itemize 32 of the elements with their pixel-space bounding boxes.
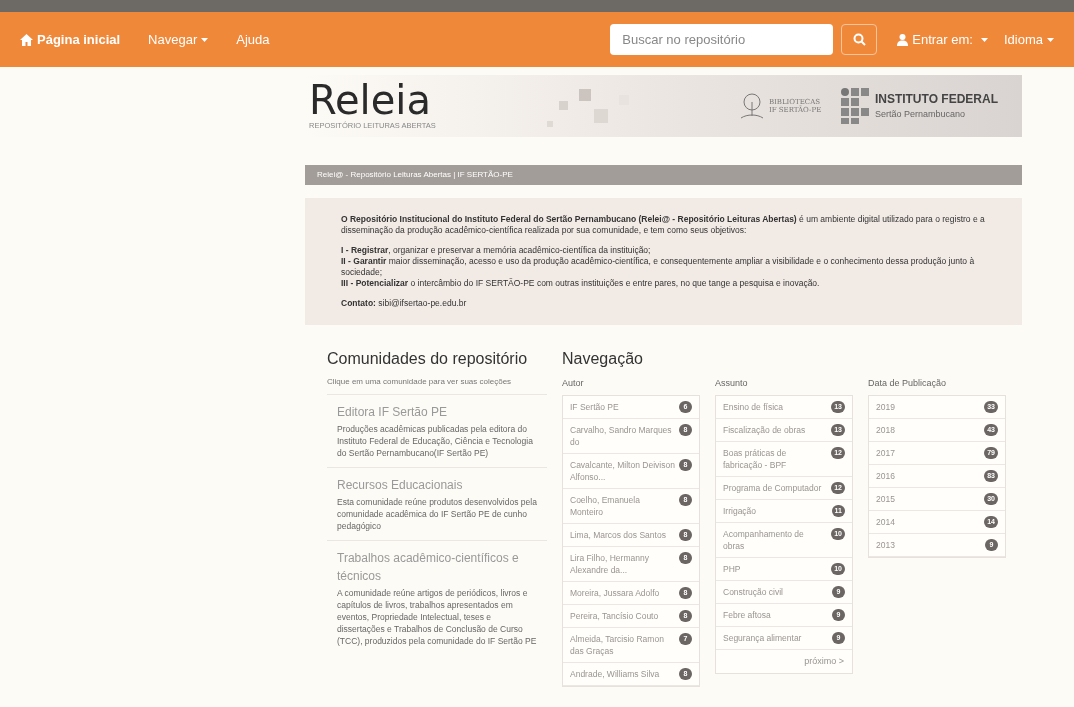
community-description: A comunidade reúne artigos de periódicos, livros e capítulos de livros, trabalhos apresentados em eventos, Propriedade Intelectual, teses e dissertações e Trabalhos de Conclusão de Curso (TCC), produzidos pela comunidade do IF Sertão PE [337, 587, 537, 647]
search-icon [852, 33, 866, 46]
user-icon [897, 33, 909, 46]
community-link[interactable]: Recursos Educacionais [337, 476, 537, 494]
next-link[interactable]: próximo > [804, 654, 844, 668]
home-icon [20, 33, 33, 46]
facet-label: Data de Publicação [868, 377, 948, 390]
caret-icon [1047, 37, 1054, 42]
site-logo: Releia [309, 80, 431, 121]
navigation-title: Navegação [562, 349, 644, 369]
objective-text: II - Garantir maior disseminação, acesso e uso da produção acadêmico-científica, e consequentemente ampliar a visibilidade e o conhecimento dessa produção junto à sociedade; [341, 256, 976, 278]
institute-name: INSTITUTO FEDERAL [874, 91, 998, 109]
facet-label: Assunto [715, 377, 749, 390]
intro-paragraph: O Repositório Institucional do Instituto Federal do Sertão Pernambucano (Relei@ - Repositório Leituras Abertas) é um ambiente digital utilizado para o registro e a disseminação da produção acadêmico-científica realizada por sua comunidade, e tem como seus objetivos: [341, 214, 986, 236]
communities-title: Comunidades do repositório [327, 349, 529, 369]
caret-icon [980, 37, 988, 42]
search-field[interactable]: Buscar no repositório [610, 24, 834, 55]
facet-label: Autor [562, 377, 585, 390]
objective-text: III - Potencializar o intercâmbio do IF SERTÃO-PE com outras instituições e entre pares, no que tange a pesquisa e inovação. [341, 278, 821, 289]
contact-text: Contato: sibi@ifsertao-pe.edu.br [341, 298, 468, 309]
search-button[interactable] [841, 24, 878, 55]
institute-subtitle: Sertão Pernambucano [874, 108, 966, 122]
communities-hint: Clique em uma comunidade para ver suas coleções [327, 376, 513, 388]
community-description: Produções acadêmicas publicadas pela editora do Instituto Federal de Educação, Ciência e Tecnologia do Sertão Pernambucano(IF Sertão PE) [337, 423, 534, 459]
institute-logo-icon [840, 88, 871, 124]
tree-icon [738, 92, 765, 120]
breadcrumb: Relei@ - Repositório Leituras Abertas | IF SERTÃO-PE [305, 165, 1022, 185]
caret-icon [201, 37, 209, 42]
community-description: Esta comunidade reúne produtos desenvolvidos pela comunidade acadêmica do IF Sertão PE de cunho pedagógico [337, 496, 537, 532]
objective-text: I - Registrar, organizar e preservar a memória acadêmico-científica da instituição; [341, 245, 652, 256]
community-link[interactable]: Trabalhos acadêmico-científicos e técnicos [337, 549, 537, 585]
community-link[interactable]: Editora IF Sertão PE [337, 403, 537, 421]
